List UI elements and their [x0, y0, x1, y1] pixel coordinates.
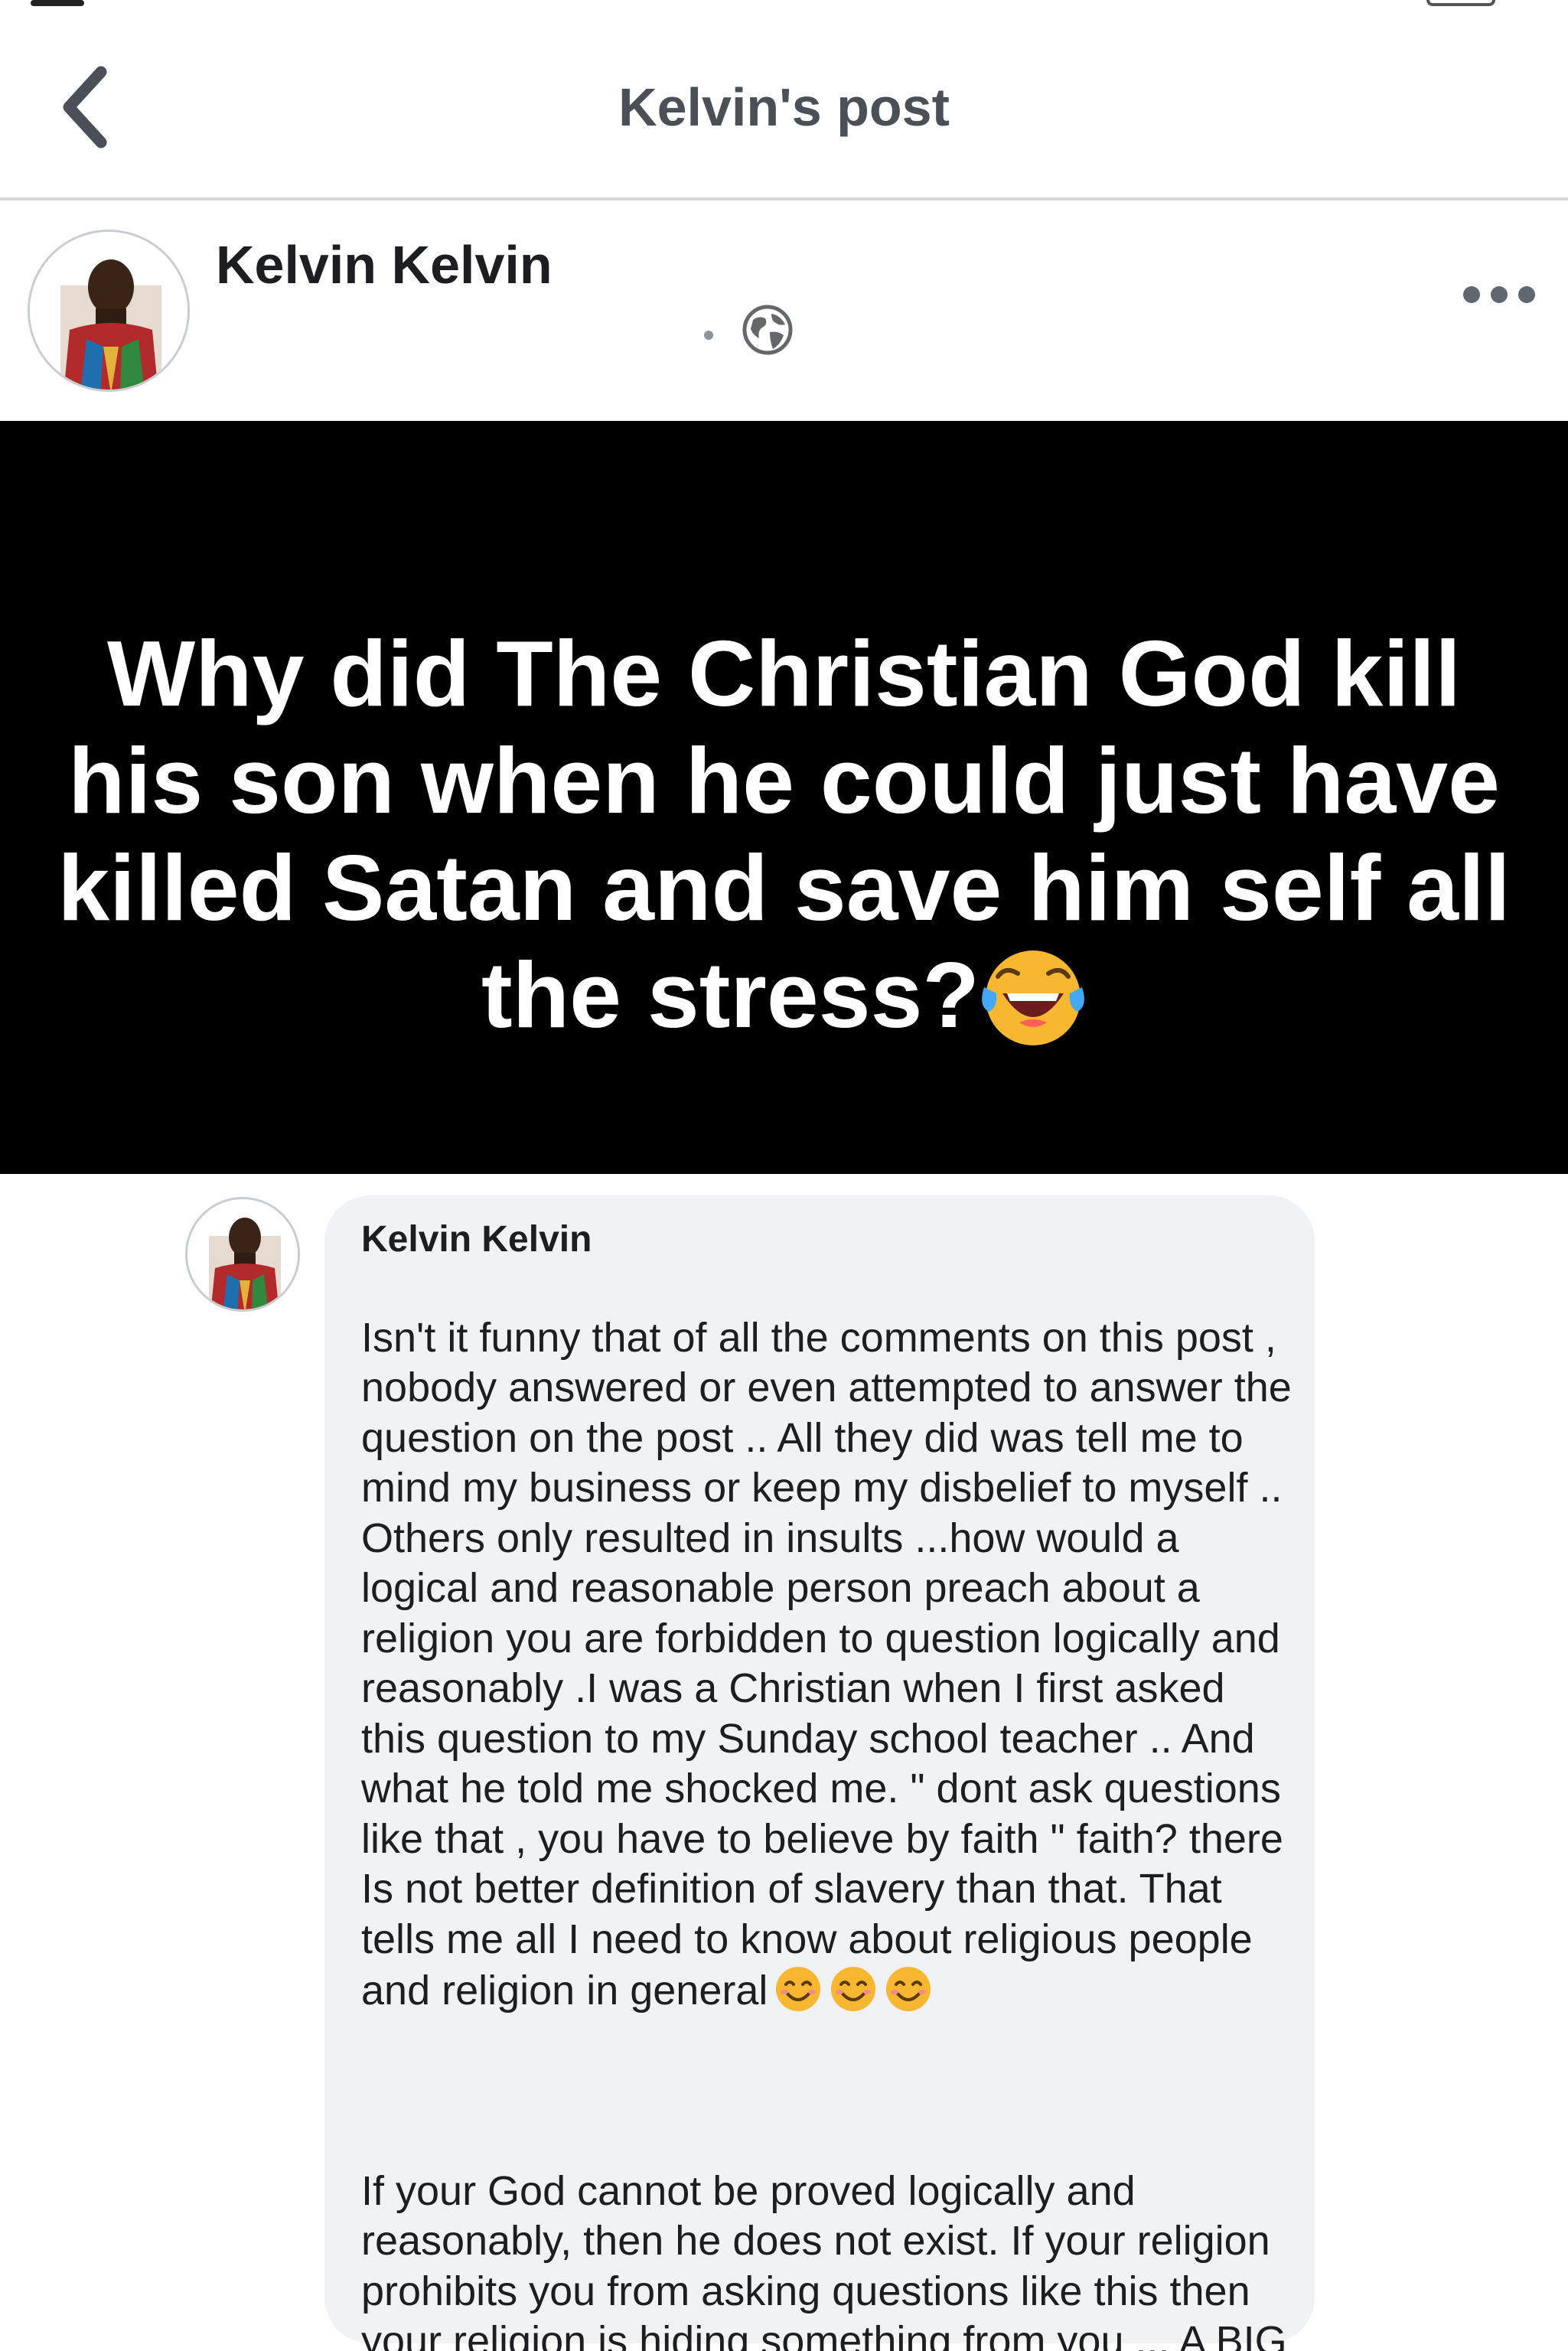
comment-text: Isn't it funny that of all the comments …	[361, 1263, 1295, 2351]
meta-separator	[704, 331, 713, 340]
post-header: Kelvin Kelvin	[0, 204, 1568, 421]
comment-author[interactable]: Kelvin Kelvin	[361, 1218, 592, 1260]
signal-icon	[31, 0, 84, 6]
status-bar	[0, 0, 1568, 23]
more-options-button[interactable]	[1462, 271, 1538, 317]
post-screen: Kelvin's post Kelvin Kelvin Why did The …	[0, 0, 1568, 2351]
comment-paragraph-2: If your God cannot be proved logically a…	[361, 2167, 1287, 2351]
page-title: Kelvin's post	[618, 77, 950, 137]
globe-icon	[742, 305, 793, 355]
post-text-image[interactable]: Why did The Christian God kill his son w…	[0, 421, 1568, 1174]
smiling-face-emoji	[886, 1967, 931, 2011]
smiling-face-emoji	[776, 1967, 821, 2011]
face-with-tears-of-joy-emoji	[982, 951, 1084, 1045]
more-dot	[1491, 286, 1508, 303]
avatar-photo	[187, 1199, 298, 1309]
comment-bubble: Kelvin Kelvin Isn't it funny that of all…	[324, 1195, 1315, 2351]
smiling-face-emoji	[831, 1967, 876, 2011]
more-dot	[1518, 286, 1535, 303]
more-dot	[1463, 286, 1480, 303]
avatar[interactable]	[28, 230, 190, 392]
avatar-photo	[30, 232, 187, 390]
comment-avatar[interactable]	[185, 1197, 300, 1312]
comment-paragraph-1: Isn't it funny that of all the comments …	[361, 1313, 1295, 2017]
post-image-caption: Why did The Christian God kill his son w…	[57, 621, 1511, 1047]
comment-paragraph-1-text: Isn't it funny that of all the comments …	[361, 1314, 1292, 2014]
top-bar: Kelvin's post	[0, 23, 1568, 201]
author-name[interactable]: Kelvin Kelvin	[216, 234, 553, 295]
battery-icon	[1426, 0, 1495, 6]
post-image-text: Why did The Christian God kill his son w…	[46, 620, 1522, 1050]
